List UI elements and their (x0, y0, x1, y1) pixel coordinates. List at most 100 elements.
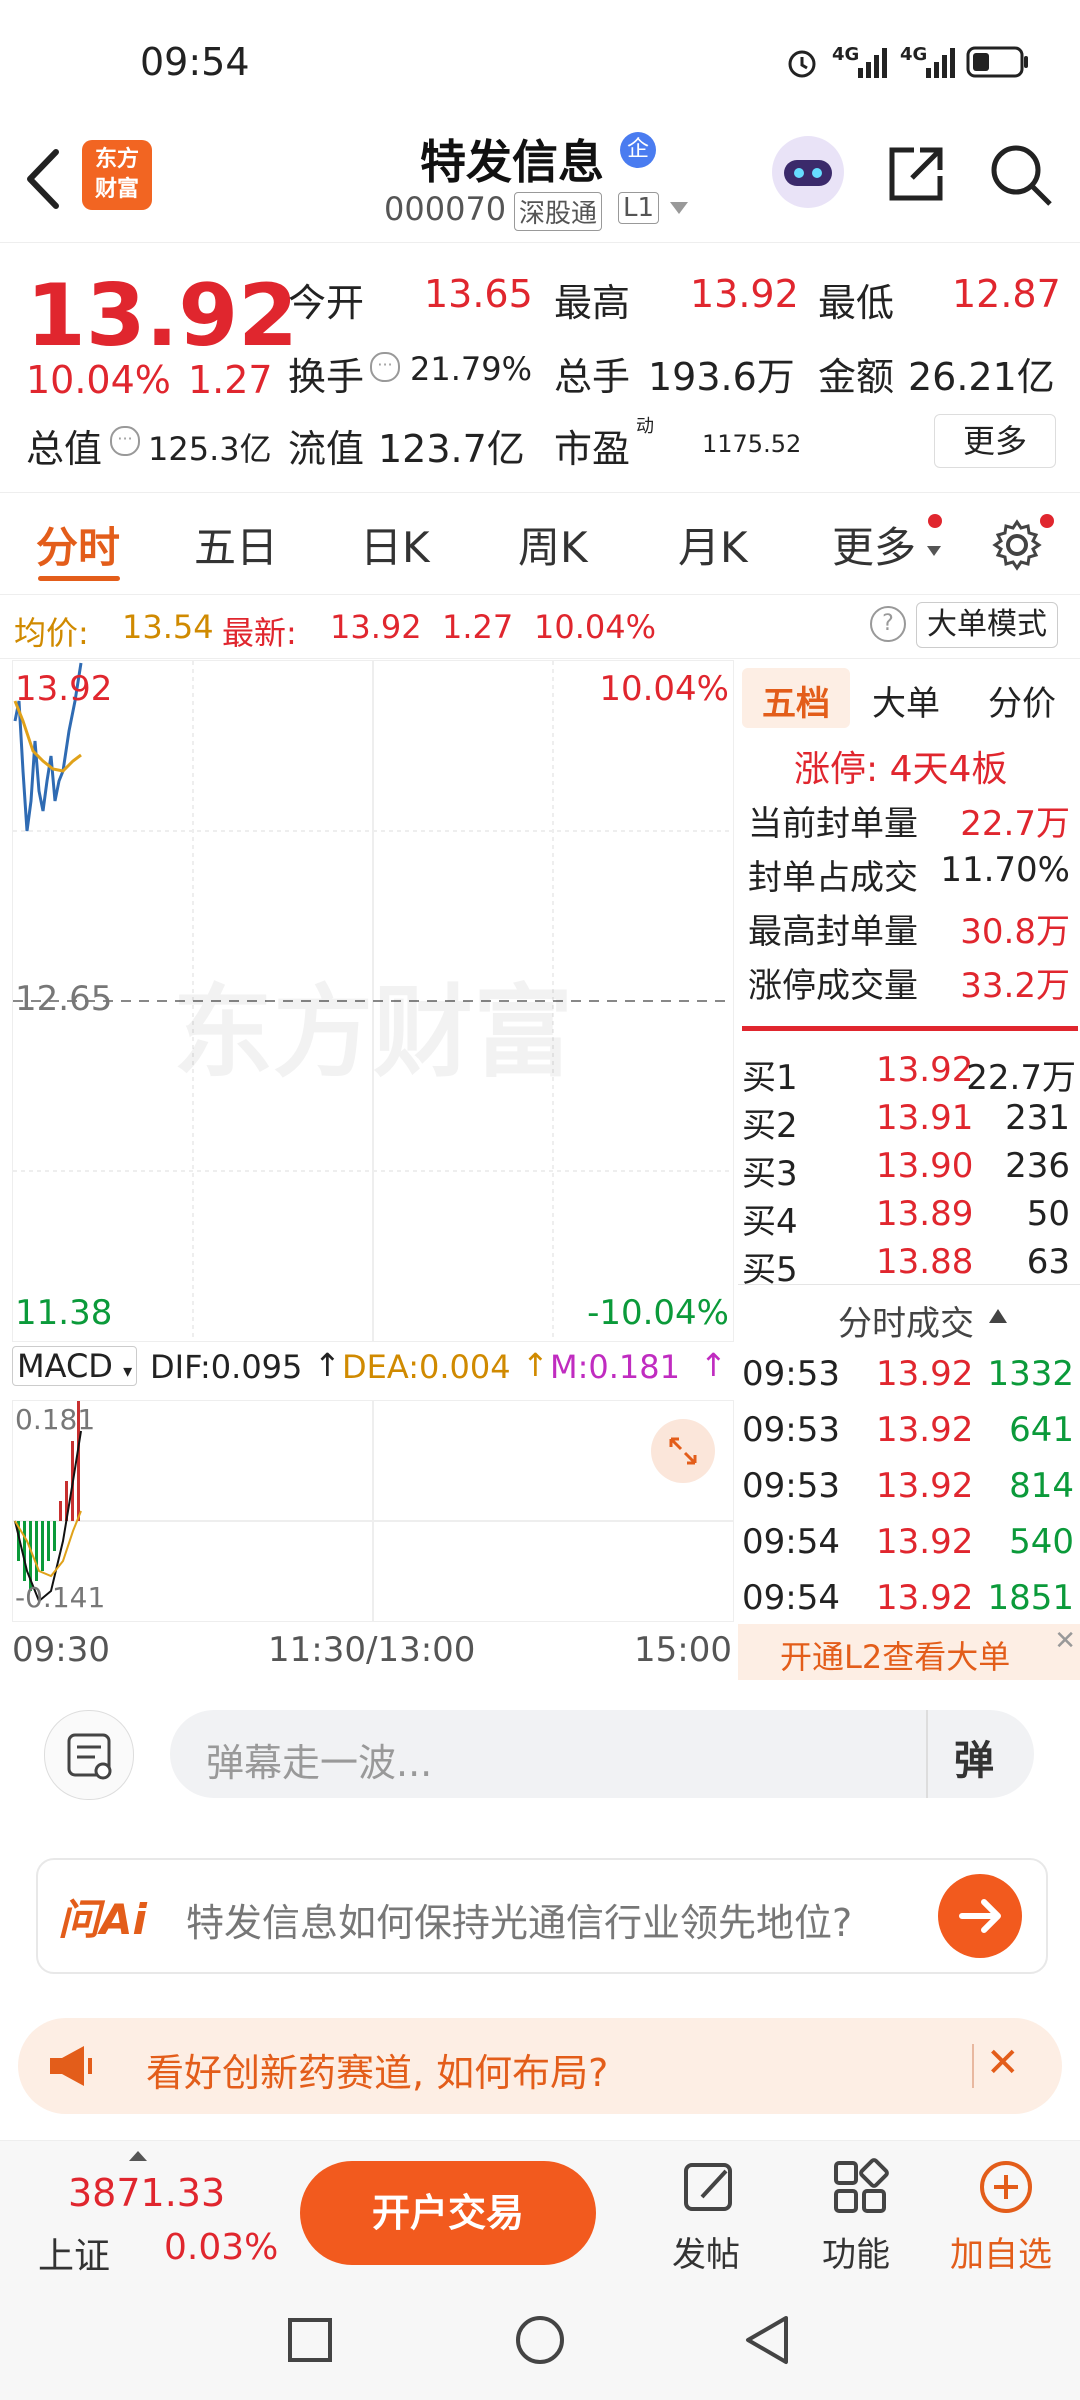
function-grid-icon[interactable] (830, 2157, 890, 2221)
stock-name: 特发信息 (420, 135, 604, 189)
open-account-button[interactable]: 开户交易 (300, 2161, 596, 2265)
subtab-big-order[interactable]: 大单 (872, 676, 940, 725)
bid-price: 13.89 (876, 1194, 974, 1234)
app-logo[interactable]: 东方 财富 (82, 140, 152, 210)
danmu-settings-icon[interactable] (44, 1710, 134, 1800)
bid-row: 买5 13.88 63 (738, 1242, 1080, 1290)
tab-daily-k[interactable]: 日K (360, 514, 430, 575)
trade-volume: 540 (1009, 1522, 1074, 1562)
tab-monthly-k[interactable]: 月K (678, 514, 748, 575)
info-dots-icon[interactable]: ··· (370, 352, 400, 382)
index-value[interactable]: 3871.33 (68, 2171, 225, 2215)
trade-row: 09:53 13.92 641 (738, 1410, 1080, 1458)
stat-label: 最高封单量 (748, 912, 918, 952)
danmu-input[interactable]: 弹幕走一波... 弹 (170, 1710, 1034, 1798)
search-icon[interactable] (988, 142, 1054, 212)
subtab-price-distribution[interactable]: 分价 (988, 676, 1056, 725)
enterprise-badge: 企 (620, 132, 656, 168)
expand-chart-icon[interactable] (651, 1419, 715, 1483)
bid-row: 买1 13.92 22.7万 (738, 1050, 1080, 1098)
level-tag[interactable]: L1 (618, 192, 660, 224)
low-value: 12.87 (952, 272, 1061, 316)
ask-ai-go-icon[interactable] (938, 1874, 1022, 1958)
function-label[interactable]: 功能 (822, 2227, 890, 2276)
stat-row: 涨停成交量 33.2万 (738, 958, 1080, 1006)
macd-dea: DEA:0.004 (342, 1348, 511, 1386)
system-nav-bar (0, 2280, 1080, 2400)
more-button[interactable]: 更多 (934, 414, 1056, 468)
chart-tabs: 分时 五日 日K 周K 月K 更多 (0, 492, 1080, 595)
intraday-chart[interactable]: 东方财富 13.92 10.04% 12.65 11.38 -10.04% (12, 660, 734, 1342)
add-watchlist-label[interactable]: 加自选 (950, 2227, 1052, 2276)
settings-gear-icon[interactable] (990, 518, 1044, 576)
post-label[interactable]: 发帖 (672, 2227, 740, 2276)
signal-icon (856, 44, 892, 84)
recent-apps-icon[interactable] (286, 2316, 334, 2368)
l2-banner[interactable]: 开通L2查看大单 ✕ (738, 1624, 1080, 1680)
add-watchlist-icon[interactable] (976, 2157, 1036, 2221)
share-icon[interactable] (884, 142, 948, 210)
dif-up-arrow-icon: ↑ (314, 1346, 341, 1384)
bid-label: 买2 (742, 1106, 798, 1146)
big-order-mode-button[interactable]: 大单模式 (916, 602, 1058, 648)
bid-row: 买4 13.89 50 (738, 1194, 1080, 1242)
index-percent[interactable]: 0.03% (164, 2227, 278, 2268)
back-button[interactable] (22, 144, 62, 218)
chart-watermark: 东方财富 (173, 974, 573, 1091)
trade-row: 09:54 13.92 1851 (738, 1578, 1080, 1626)
subtab-five-level[interactable]: 五档 (762, 676, 830, 725)
post-icon[interactable] (680, 2157, 740, 2221)
dropdown-triangle-icon[interactable] (668, 200, 690, 220)
back-nav-icon[interactable] (742, 2314, 792, 2370)
trade-volume: 1332 (987, 1354, 1074, 1394)
tab-five-day[interactable]: 五日 (194, 514, 278, 575)
stat-value: 22.7万 (960, 804, 1070, 844)
trade-price: 13.92 (876, 1410, 974, 1450)
tab-weekly-k[interactable]: 周K (518, 514, 588, 575)
stat-value: 33.2万 (960, 966, 1070, 1006)
macd-chart[interactable]: 0.181 -0.141 (12, 1400, 734, 1622)
more-notification-dot (928, 514, 942, 528)
trade-price: 13.92 (876, 1522, 974, 1562)
chart-bottom-percent: -10.04% (587, 1293, 729, 1333)
connect-tag: 深股通 (514, 192, 603, 231)
float-value: 123.7亿 (378, 427, 525, 471)
macd-bottom-value: -0.141 (15, 1581, 106, 1614)
macd-dif: DIF:0.095 (150, 1348, 303, 1386)
stat-row: 当前封单量 22.7万 (738, 796, 1080, 844)
macd-selector[interactable]: MACD ▾ (12, 1346, 138, 1386)
home-icon[interactable] (514, 2314, 566, 2370)
logo-text-2: 财富 (94, 177, 139, 202)
latest-percent: 10.04% (534, 608, 657, 646)
latest-value: 13.92 (330, 608, 422, 646)
ask-ai-bar[interactable]: 问Ai 特发信息如何保持光通信行业领先地位? (36, 1858, 1048, 1974)
tab-intraday[interactable]: 分时 (36, 514, 120, 575)
info-dots-icon-2[interactable]: ··· (110, 426, 140, 456)
signal-icon-2 (924, 44, 960, 84)
trade-volume: 641 (1009, 1410, 1074, 1450)
trade-row: 09:53 13.92 814 (738, 1466, 1080, 1514)
high-value: 13.92 (690, 272, 799, 316)
trade-price: 13.92 (876, 1578, 974, 1618)
promo-banner[interactable]: 看好创新药赛道, 如何布局? ✕ (18, 2018, 1062, 2114)
limit-up-status: 涨停: 4天4板 (794, 749, 1008, 790)
trade-volume: 814 (1009, 1466, 1074, 1506)
latest-label: 最新: (222, 614, 297, 652)
bid-row: 买2 13.91 231 (738, 1098, 1080, 1146)
logo-text-1: 东方 (94, 147, 139, 172)
time-axis: 09:30 11:30/13:00 15:00 (12, 1620, 732, 1680)
trades-title[interactable]: 分时成交 (838, 1296, 974, 1345)
robot-assistant-icon[interactable] (770, 134, 846, 214)
tab-more[interactable]: 更多 (832, 514, 916, 575)
help-icon[interactable]: ? (870, 606, 906, 642)
trades-sort-up-icon[interactable] (988, 1308, 1008, 1328)
settings-notification-dot (1040, 514, 1054, 528)
promo-close-icon[interactable]: ✕ (986, 2040, 1020, 2086)
l2-banner-close-icon[interactable]: ✕ (1054, 1626, 1076, 1656)
chart-top-percent: 10.04% (599, 669, 729, 709)
average-line (13, 700, 82, 773)
trade-price: 13.92 (876, 1354, 974, 1394)
danmu-send-icon[interactable]: 弹 (954, 1728, 994, 1786)
trade-volume: 1851 (987, 1578, 1074, 1618)
index-name[interactable]: 上证 (38, 2227, 110, 2279)
